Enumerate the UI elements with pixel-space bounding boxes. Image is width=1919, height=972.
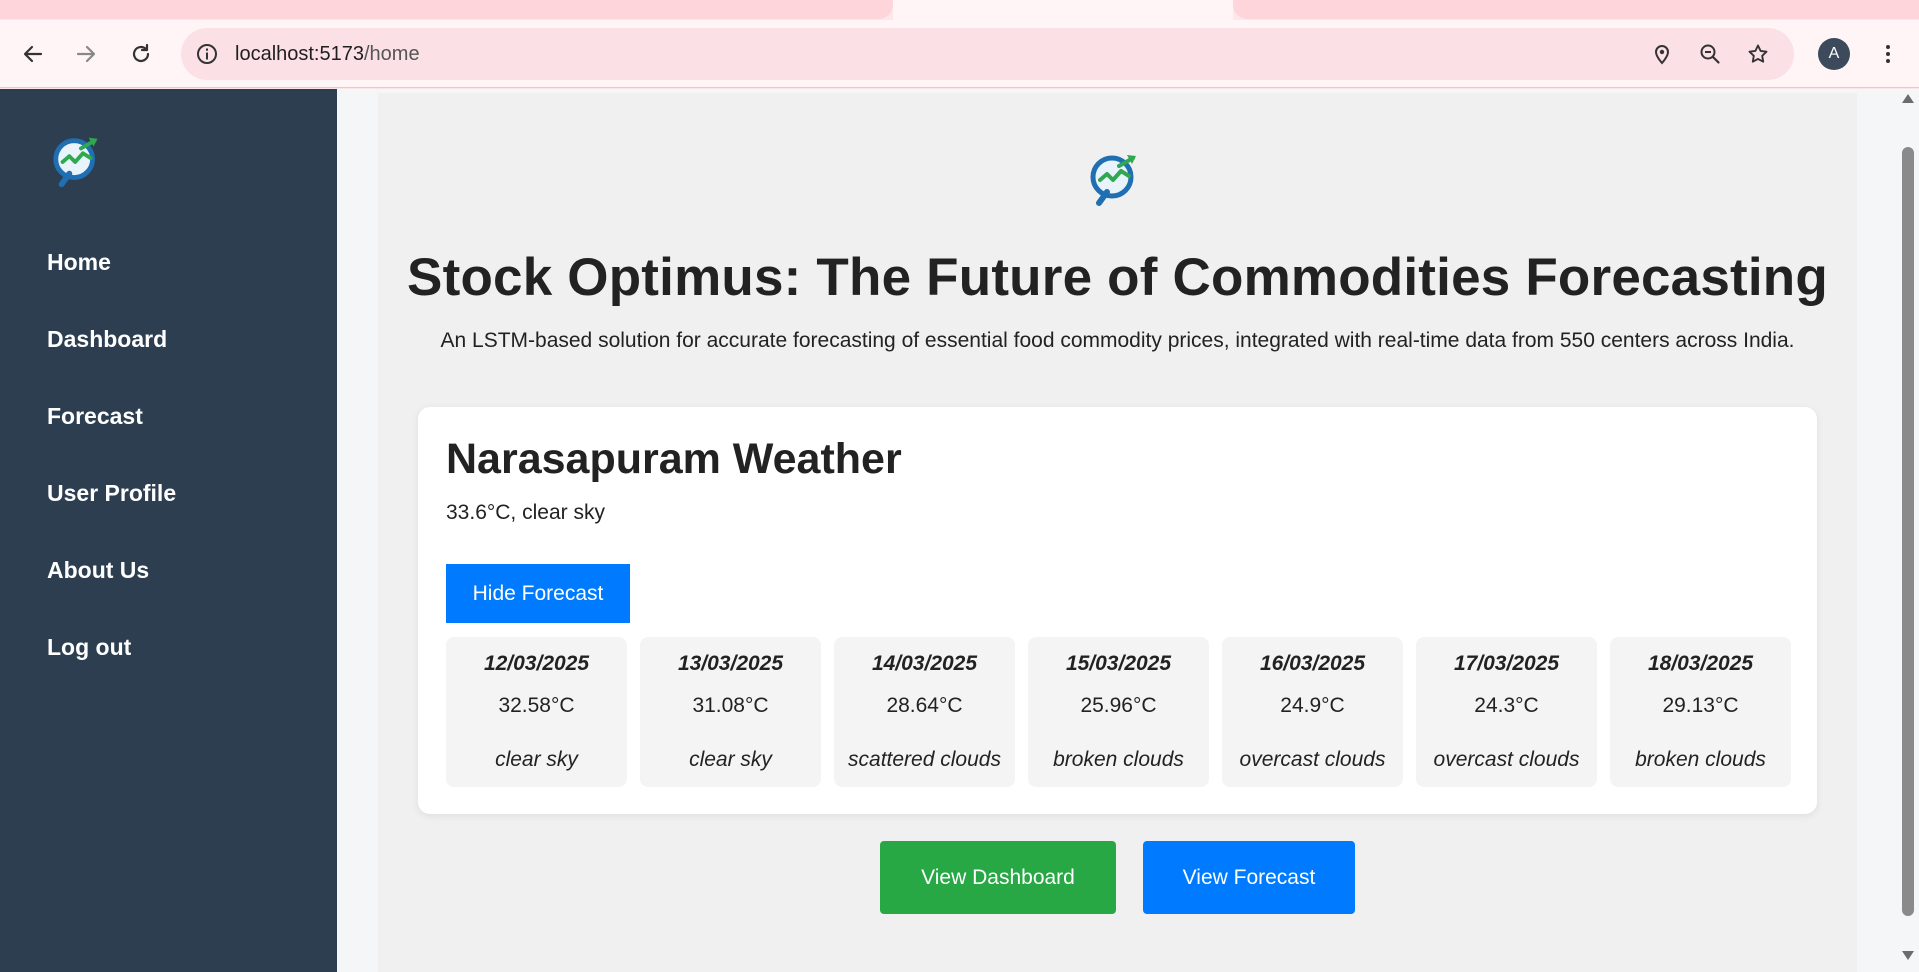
forecast-temp: 29.13°C (1662, 694, 1739, 717)
forecast-day-card: 15/03/2025 25.96°C broken clouds (1028, 637, 1209, 787)
app-logo-icon[interactable] (46, 131, 114, 193)
forecast-day-card: 18/03/2025 29.13°C broken clouds (1610, 637, 1791, 787)
sidebar-item-home[interactable]: Home (47, 249, 176, 326)
weather-title: Narasapuram Weather (446, 435, 902, 483)
forecast-day-card: 14/03/2025 28.64°C scattered clouds (834, 637, 1015, 787)
forecast-day-card: 12/03/2025 32.58°C clear sky (446, 637, 627, 787)
forecast-date: 16/03/2025 (1259, 652, 1366, 675)
forecast-date: 14/03/2025 (871, 652, 978, 675)
hide-forecast-button[interactable]: Hide Forecast (446, 564, 630, 623)
view-dashboard-button[interactable]: View Dashboard (880, 841, 1116, 914)
address-bar[interactable]: localhost:5173/home (181, 28, 1794, 80)
sidebar-nav: Home Dashboard Forecast User Profile Abo… (47, 249, 176, 711)
home-content: Stock Optimus: The Future of Commodities… (378, 93, 1857, 972)
inactive-tab[interactable] (0, 0, 893, 19)
sidebar-item-forecast[interactable]: Forecast (47, 403, 176, 480)
sidebar-item-about-us[interactable]: About Us (47, 557, 176, 634)
forecast-desc: clear sky (689, 748, 772, 771)
forecast-date: 12/03/2025 (483, 652, 590, 675)
forecast-temp: 24.9°C (1280, 694, 1345, 717)
forecast-desc: overcast clouds (1239, 748, 1386, 771)
forecast-temp: 24.3°C (1474, 694, 1539, 717)
url-text[interactable]: localhost:5173/home (235, 42, 420, 66)
forecast-temp: 25.96°C (1080, 694, 1157, 717)
url-path: /home (363, 43, 420, 65)
forecast-list: 12/03/2025 32.58°C clear sky 13/03/2025 … (446, 637, 1791, 787)
weather-card: Narasapuram Weather 33.6°C, clear sky Hi… (418, 407, 1817, 814)
view-forecast-button[interactable]: View Forecast (1143, 841, 1355, 914)
forecast-temp: 28.64°C (886, 694, 963, 717)
hero-logo-icon (1083, 148, 1153, 212)
active-tab[interactable] (893, 0, 1233, 20)
forecast-date: 17/03/2025 (1453, 652, 1560, 675)
menu-kebab-icon[interactable] (1872, 38, 1904, 70)
zoom-out-icon[interactable] (1696, 40, 1724, 68)
sidebar-item-dashboard[interactable]: Dashboard (47, 326, 176, 403)
forecast-temp: 31.08°C (692, 694, 769, 717)
forecast-day-card: 17/03/2025 24.3°C overcast clouds (1416, 637, 1597, 787)
forecast-date: 15/03/2025 (1065, 652, 1172, 675)
forecast-day-card: 16/03/2025 24.9°C overcast clouds (1222, 637, 1403, 787)
page-subtitle: An LSTM-based solution for accurate fore… (440, 329, 1795, 352)
forecast-desc: broken clouds (1053, 748, 1184, 771)
forecast-desc: broken clouds (1635, 748, 1766, 771)
forecast-desc: overcast clouds (1433, 748, 1580, 771)
current-weather: 33.6°C, clear sky (446, 501, 605, 524)
forecast-day-card: 13/03/2025 31.08°C clear sky (640, 637, 821, 787)
scrollbar-thumb[interactable] (1902, 147, 1914, 916)
tab-strip (0, 0, 1919, 20)
forecast-desc: clear sky (495, 748, 578, 771)
browser-toolbar: localhost:5173/home A (0, 20, 1919, 88)
forecast-date: 18/03/2025 (1647, 652, 1754, 675)
inactive-tab[interactable] (1233, 0, 1919, 19)
bookmark-star-icon[interactable] (1744, 40, 1772, 68)
back-arrow-icon[interactable] (17, 38, 49, 70)
sidebar: Home Dashboard Forecast User Profile Abo… (0, 89, 337, 972)
profile-avatar[interactable]: A (1818, 38, 1850, 70)
scroll-down-arrow-icon[interactable] (1902, 951, 1914, 960)
forecast-date: 13/03/2025 (677, 652, 784, 675)
sidebar-item-log-out[interactable]: Log out (47, 634, 176, 711)
reload-icon[interactable] (125, 38, 157, 70)
site-info-icon[interactable] (195, 42, 219, 66)
forecast-temp: 32.58°C (498, 694, 575, 717)
forecast-desc: scattered clouds (848, 748, 1001, 771)
scroll-up-arrow-icon[interactable] (1902, 94, 1914, 103)
url-host: localhost:5173 (235, 43, 364, 65)
location-pin-icon[interactable] (1648, 40, 1676, 68)
action-buttons: View Dashboard View Forecast (378, 841, 1857, 914)
page-title: Stock Optimus: The Future of Commodities… (407, 248, 1828, 307)
page-viewport: Home Dashboard Forecast User Profile Abo… (0, 89, 1919, 972)
forward-arrow-icon[interactable] (70, 38, 102, 70)
sidebar-item-user-profile[interactable]: User Profile (47, 480, 176, 557)
